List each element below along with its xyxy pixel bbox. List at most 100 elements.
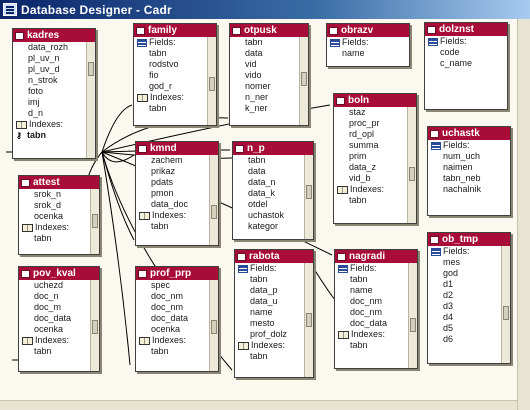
field-item[interactable]: god_r	[134, 81, 216, 92]
field-item[interactable]: d5	[428, 323, 510, 334]
table-ob-tmp[interactable]: ob_tmp Fields: mes god d1 d2 d3 d4 d5 d6	[427, 232, 511, 364]
field-item[interactable]: n_ner	[230, 92, 308, 103]
field-item[interactable]: tabn	[136, 221, 218, 232]
field-item[interactable]: rodstvo	[134, 59, 216, 70]
field-item[interactable]: d6	[428, 334, 510, 345]
table-attest[interactable]: attest srok_n srok_d ocenka Indexes: tabn	[18, 175, 100, 255]
indexes-header[interactable]: Indexes:	[13, 119, 95, 130]
field-item[interactable]: kategor	[233, 221, 313, 232]
table-scrollbar[interactable]	[407, 107, 416, 223]
fields-header[interactable]: Fields:	[425, 36, 507, 47]
field-item[interactable]: prikaz	[136, 166, 218, 177]
field-item[interactable]: data	[233, 166, 313, 177]
field-item[interactable]: tabn	[19, 233, 99, 244]
indexes-header[interactable]: Indexes:	[335, 329, 417, 340]
field-item[interactable]: nomer	[230, 81, 308, 92]
table-scrollbar[interactable]	[86, 42, 95, 158]
field-item[interactable]: doc_data	[335, 318, 417, 329]
field-item[interactable]: god	[428, 268, 510, 279]
field-item[interactable]: prim	[334, 151, 416, 162]
table-scrollbar[interactable]	[207, 37, 216, 125]
field-item[interactable]: d4	[428, 312, 510, 323]
field-list[interactable]: Fields: name	[327, 37, 409, 59]
table-nagradi[interactable]: nagradi Fields: tabn name doc_nm doc_nm doc_d…	[334, 249, 418, 369]
field-item[interactable]: srok_d	[19, 200, 99, 211]
field-item[interactable]: imj	[13, 97, 95, 108]
horizontal-scrollbar[interactable]	[0, 400, 517, 410]
fields-header[interactable]: Fields:	[428, 246, 510, 257]
table-scrollbar[interactable]	[408, 263, 417, 368]
fields-header[interactable]: Fields:	[134, 37, 216, 48]
field-item[interactable]: nachalnik	[428, 184, 510, 195]
fields-header[interactable]: Fields:	[428, 140, 510, 151]
field-item[interactable]: tabn	[334, 195, 416, 206]
table-rabota[interactable]: rabota Fields: tabn data_p data_u name mesto p…	[234, 249, 314, 378]
table-kadres[interactable]: kadres data_rozh pl_uv_n pl_uv_d n_strok fot…	[12, 28, 96, 159]
table-uchastk[interactable]: uchastk Fields: num_uch naimen tabn_neb nach…	[427, 126, 511, 216]
indexes-header[interactable]: Indexes:	[334, 184, 416, 195]
field-item[interactable]: n_strok	[13, 75, 95, 86]
field-list[interactable]: tabn data vid vido nomer n_ner k_ner	[230, 37, 308, 114]
table-scrollbar[interactable]	[304, 155, 313, 239]
field-item[interactable]: num_uch	[428, 151, 510, 162]
field-item[interactable]: pdats	[136, 177, 218, 188]
field-item[interactable]: tabn	[235, 274, 313, 285]
primary-key-field[interactable]: ⚷ tabn	[13, 130, 95, 141]
field-list[interactable]: spec doc_nm doc_nm doc_data ocenka Indexes: ta…	[136, 280, 218, 357]
table-scrollbar[interactable]	[209, 155, 218, 245]
field-item[interactable]: proc_pr	[334, 118, 416, 129]
field-list[interactable]: uchezd doc_n doc_m doc_data ocenka Indexes: ta…	[19, 280, 99, 357]
field-item[interactable]: data_rozh	[13, 42, 95, 53]
field-item[interactable]: k_ner	[230, 103, 308, 114]
fields-header[interactable]: Fields:	[335, 263, 417, 274]
field-item[interactable]: ocenka	[136, 324, 218, 335]
table-scrollbar[interactable]	[304, 263, 313, 377]
indexes-header[interactable]: Indexes:	[136, 335, 218, 346]
field-item[interactable]: tabn	[335, 340, 417, 351]
table-family[interactable]: family Fields: tabn rodstvo fio god_r Indexes…	[133, 23, 217, 126]
field-item[interactable]: d2	[428, 290, 510, 301]
field-list[interactable]: Fields: num_uch naimen tabn_neb nachalnik	[428, 140, 510, 195]
field-item[interactable]: doc_data	[19, 313, 99, 324]
table-scrollbar[interactable]	[90, 189, 99, 254]
field-item[interactable]: doc_m	[19, 302, 99, 313]
field-item[interactable]: mes	[428, 257, 510, 268]
field-item[interactable]: data_p	[235, 285, 313, 296]
field-item[interactable]: name	[335, 285, 417, 296]
field-item[interactable]: srok_n	[19, 189, 99, 200]
vertical-scrollbar[interactable]	[517, 19, 530, 410]
indexes-header[interactable]: Indexes:	[136, 210, 218, 221]
field-item[interactable]: uchastok	[233, 210, 313, 221]
field-item[interactable]: doc_nm	[136, 302, 218, 313]
table-pov-kval[interactable]: pov_kval uchezd doc_n doc_m doc_data ocenka I…	[18, 266, 100, 372]
table-scrollbar[interactable]	[209, 280, 218, 371]
field-list[interactable]: zachem prikaz pdats pmon data_doc Indexes: tab…	[136, 155, 218, 232]
indexes-header[interactable]: Indexes:	[19, 222, 99, 233]
field-item[interactable]: otdel	[233, 199, 313, 210]
table-scrollbar[interactable]	[501, 246, 510, 363]
table-dolznst[interactable]: dolznst Fields: code c_name	[424, 22, 508, 110]
field-item[interactable]: ocenka	[19, 324, 99, 335]
field-item[interactable]: d3	[428, 301, 510, 312]
field-item[interactable]: data_n	[233, 177, 313, 188]
field-item[interactable]: spec	[136, 280, 218, 291]
field-item[interactable]: zachem	[136, 155, 218, 166]
field-item[interactable]: doc_nm	[136, 291, 218, 302]
table-boln[interactable]: boln staz proc_pr rd_opl summa prim data_z vid…	[333, 93, 417, 224]
field-item[interactable]: name	[235, 307, 313, 318]
field-item[interactable]: vid	[230, 59, 308, 70]
field-list[interactable]: data_rozh pl_uv_n pl_uv_d n_strok foto imj d_n…	[13, 42, 95, 141]
field-item[interactable]: tabn	[233, 155, 313, 166]
field-list[interactable]: srok_n srok_d ocenka Indexes: tabn	[19, 189, 99, 244]
field-list[interactable]: Fields: tabn name doc_nm doc_nm doc_data Index…	[335, 263, 417, 351]
table-scrollbar[interactable]	[90, 280, 99, 371]
field-item[interactable]: doc_n	[19, 291, 99, 302]
field-item[interactable]: doc_data	[136, 313, 218, 324]
field-item[interactable]: tabn	[136, 346, 218, 357]
field-item[interactable]: pl_uv_d	[13, 64, 95, 75]
table-obrazv[interactable]: obrazv Fields: name	[326, 23, 410, 67]
field-item[interactable]: staz	[334, 107, 416, 118]
field-item[interactable]: d_n	[13, 108, 95, 119]
indexes-header[interactable]: Indexes:	[235, 340, 313, 351]
field-item[interactable]: pmon	[136, 188, 218, 199]
